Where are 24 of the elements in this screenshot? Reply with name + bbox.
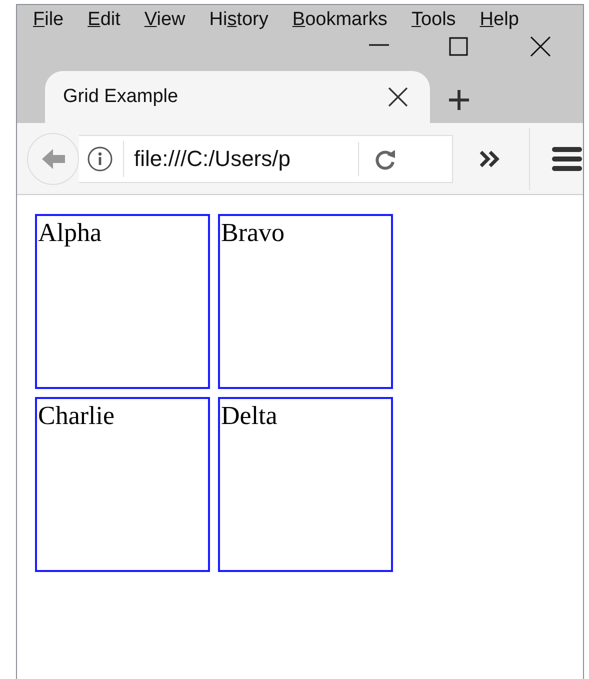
- close-icon[interactable]: [530, 36, 551, 57]
- back-arrow-icon: [40, 146, 66, 170]
- menu-icon[interactable]: [552, 146, 582, 172]
- menu-item[interactable]: Help: [468, 9, 531, 31]
- maximize-icon[interactable]: [449, 37, 468, 56]
- menu-item[interactable]: History: [197, 9, 280, 31]
- grid-cell: Delta: [218, 397, 393, 572]
- browser-tab[interactable]: Grid Example: [45, 71, 430, 123]
- menu-item[interactable]: View: [132, 9, 198, 31]
- grid-cell: Charlie: [35, 397, 210, 572]
- menu-item[interactable]: Bookmarks: [280, 9, 400, 31]
- grid-cell: Alpha: [35, 214, 210, 389]
- minimize-icon[interactable]: [369, 43, 389, 47]
- plus-icon[interactable]: [448, 89, 470, 111]
- grid-cell: Bravo: [218, 214, 393, 389]
- close-icon[interactable]: [388, 87, 408, 107]
- tab-title: Grid Example: [63, 86, 180, 108]
- back-button[interactable]: [27, 132, 79, 184]
- menu-item[interactable]: Tools: [399, 9, 468, 31]
- info-icon[interactable]: [87, 146, 113, 172]
- chevrons-icon[interactable]: [479, 150, 501, 168]
- address-bar[interactable]: file:///C:/Users/p: [79, 134, 453, 182]
- menu-item[interactable]: Edit: [76, 9, 132, 31]
- menu-item[interactable]: File: [21, 9, 76, 31]
